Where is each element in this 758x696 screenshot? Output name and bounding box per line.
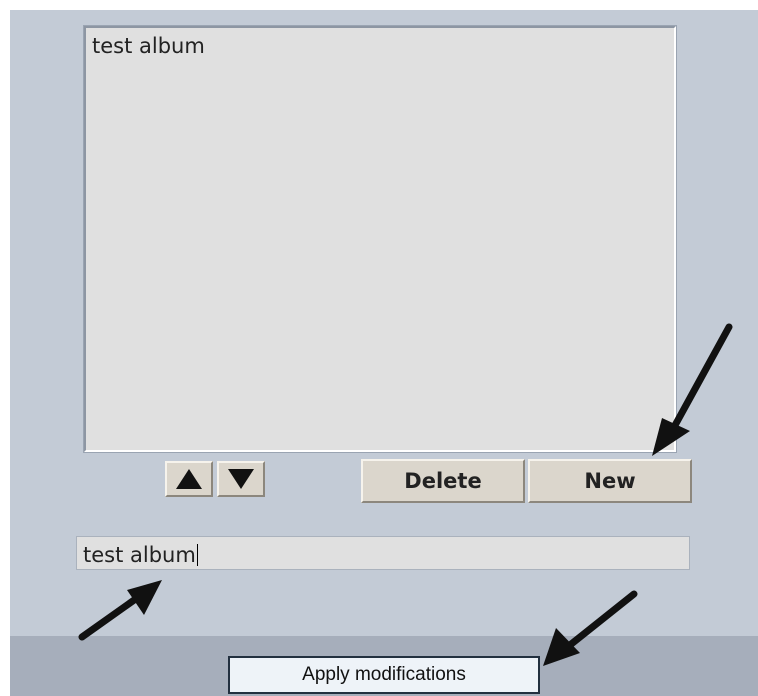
move-down-button[interactable] bbox=[217, 461, 265, 497]
delete-button[interactable]: Delete bbox=[361, 459, 525, 503]
list-item[interactable]: test album bbox=[92, 34, 205, 58]
album-name-input[interactable]: test album bbox=[76, 536, 690, 570]
text-caret bbox=[196, 543, 198, 566]
move-up-button[interactable] bbox=[165, 461, 213, 497]
triangle-down-icon bbox=[228, 469, 254, 489]
album-name-value: test album bbox=[83, 542, 196, 567]
album-listbox[interactable]: test album bbox=[83, 25, 677, 453]
new-button[interactable]: New bbox=[528, 459, 692, 503]
triangle-up-icon bbox=[176, 469, 202, 489]
apply-modifications-button[interactable]: Apply modifications bbox=[228, 656, 540, 694]
